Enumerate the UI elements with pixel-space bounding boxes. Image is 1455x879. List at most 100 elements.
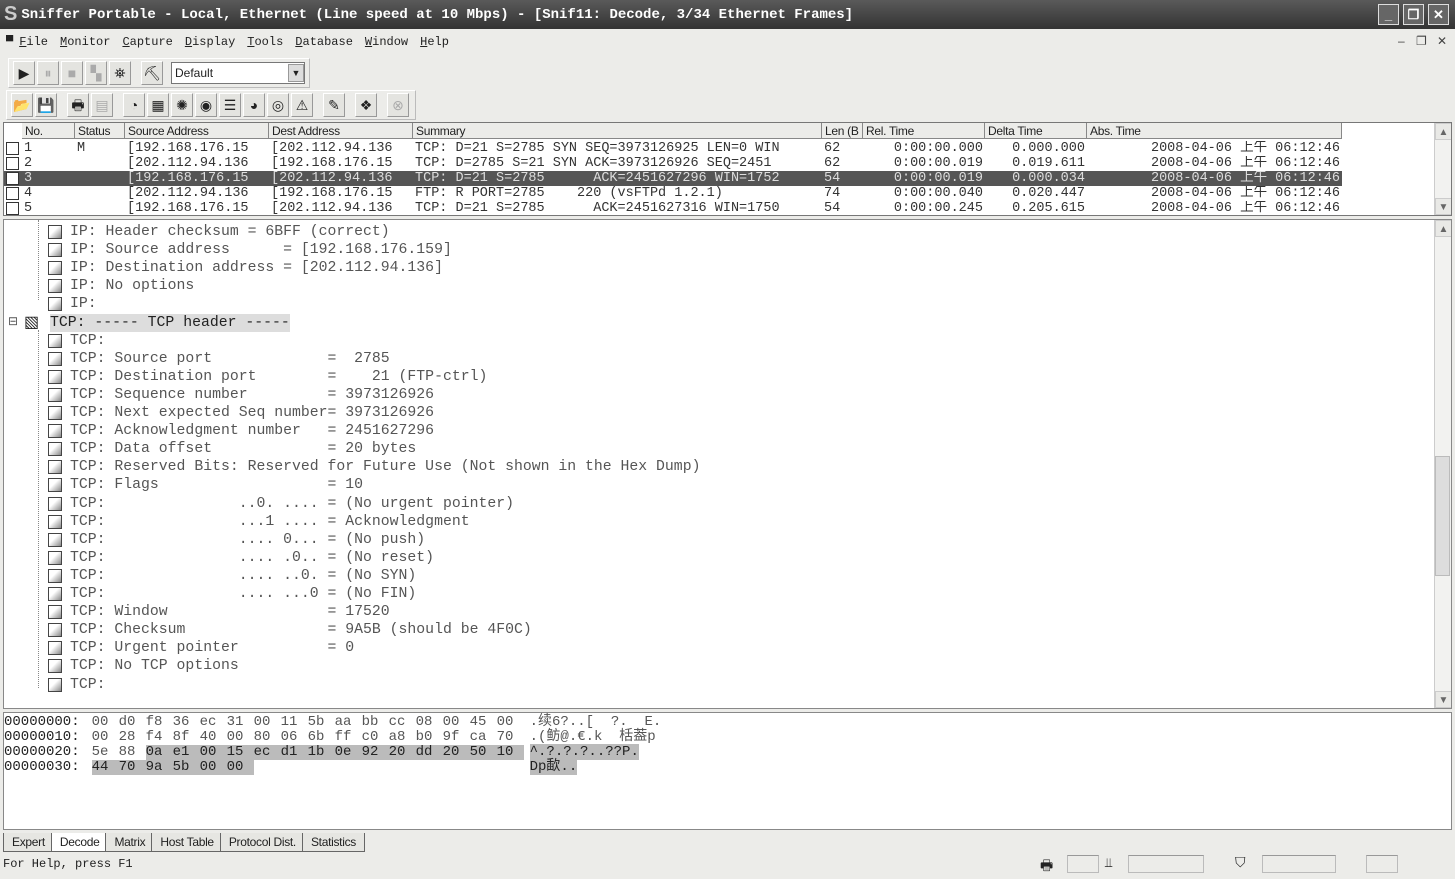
scroll-up-arrow-icon[interactable]: ▲ bbox=[1435, 220, 1451, 237]
menu-display[interactable]: Display bbox=[185, 35, 235, 49]
hex-row[interactable]: 00000030: 44 70 9a 5b 00 00 Dp歃.. bbox=[4, 759, 578, 775]
decode-line[interactable]: TCP: .... .0.. = (No reset) bbox=[70, 549, 434, 567]
scroll-thumb[interactable] bbox=[1435, 456, 1450, 576]
capture-panel-button[interactable]: ▚ bbox=[85, 61, 107, 85]
menu-database[interactable]: Database bbox=[295, 35, 353, 49]
maximize-button[interactable]: ❐ bbox=[1403, 4, 1424, 25]
scroll-up-arrow-icon[interactable]: ▲ bbox=[1435, 123, 1451, 140]
packet-row[interactable]: 1 M [192.168.176.15 [202.112.94.136 TCP: D=2… bbox=[4, 141, 1342, 156]
chevron-down-icon[interactable]: ▼ bbox=[288, 64, 304, 82]
play-button[interactable]: ▶ bbox=[13, 61, 35, 85]
tab-host-table[interactable]: Host Table bbox=[151, 833, 223, 852]
decode-scrollbar[interactable]: ▲ ▼ bbox=[1434, 220, 1451, 708]
address-book-button[interactable]: ✎ bbox=[323, 93, 345, 117]
packet-row[interactable]: 4 [202.112.94.136 [192.168.176.15 FTP: R PO… bbox=[4, 186, 1342, 201]
decode-line[interactable]: IP: Header checksum = 6BFF (correct) bbox=[70, 223, 390, 241]
art-button[interactable]: ◉ bbox=[195, 93, 217, 117]
decode-line[interactable]: IP: bbox=[70, 295, 97, 313]
decode-line[interactable]: TCP: bbox=[70, 332, 106, 350]
decode-line[interactable]: IP: No options bbox=[70, 277, 194, 295]
scroll-down-arrow-icon[interactable]: ▼ bbox=[1435, 198, 1451, 215]
decode-line[interactable]: TCP: .... ...0 = (No FIN) bbox=[70, 585, 416, 603]
packet-list-scrollbar[interactable]: ▲ ▼ bbox=[1434, 123, 1451, 215]
decode-line[interactable]: TCP: ..0. .... = (No urgent pointer) bbox=[70, 495, 514, 513]
column-header[interactable]: Status bbox=[75, 123, 125, 139]
hex-row[interactable]: 00000000: 00 d0 f8 36 ec 31 00 11 5b aa bb cc 08 00 45 0… bbox=[4, 715, 661, 730]
close-button[interactable]: ✕ bbox=[1428, 4, 1449, 25]
decode-line[interactable]: IP: Source address = [192.168.176.159] bbox=[70, 241, 452, 259]
document-icon[interactable]: ▀ bbox=[6, 35, 13, 49]
row-checkbox[interactable] bbox=[6, 142, 19, 155]
decode-line[interactable]: TCP: Checksum = 9A5B (should be 4F0C) bbox=[70, 621, 532, 639]
decode-line[interactable]: TCP: Window = 17520 bbox=[70, 603, 390, 621]
row-checkbox[interactable] bbox=[6, 202, 19, 215]
packet-row[interactable]: 3 [192.168.176.15 [202.112.94.136 TCP: D=21… bbox=[4, 171, 1342, 186]
tab-matrix[interactable]: Matrix bbox=[105, 833, 155, 852]
column-header[interactable]: Source Address bbox=[125, 123, 269, 139]
stop-all-button[interactable]: ⊗ bbox=[387, 93, 409, 117]
decode-line[interactable]: TCP: Source port = 2785 bbox=[70, 350, 390, 368]
hex-row[interactable]: 00000020: 5e 88 0a e1 00 15 ec d1 1b 0e 92 20 dd 20 50 1… bbox=[4, 744, 639, 760]
scroll-down-arrow-icon[interactable]: ▼ bbox=[1435, 691, 1451, 708]
column-header[interactable]: Summary bbox=[413, 123, 822, 139]
tab-statistics[interactable]: Statistics bbox=[301, 833, 365, 852]
pause-button[interactable]: ⏸ bbox=[37, 61, 59, 85]
decode-line[interactable]: TCP: Sequence number = 3973126926 bbox=[70, 386, 434, 404]
matrix-button[interactable]: ✺ bbox=[171, 93, 193, 117]
menu-file[interactable]: File bbox=[19, 35, 48, 49]
menu-window[interactable]: Window bbox=[365, 35, 408, 49]
mdi-restore-button[interactable]: ❐ bbox=[1416, 34, 1427, 48]
menu-capture[interactable]: Capture bbox=[122, 35, 172, 49]
profile-select[interactable]: Default ▼ bbox=[171, 62, 305, 84]
packet-row[interactable]: 5 [192.168.176.15 [202.112.94.136 TCP: D=21… bbox=[4, 201, 1342, 215]
decode-line[interactable]: TCP: .... ..0. = (No SYN) bbox=[70, 567, 416, 585]
menu-monitor[interactable]: Monitor bbox=[60, 35, 110, 49]
packet-row[interactable]: 2 [202.112.94.136 [192.168.176.15 TCP: D=27… bbox=[4, 156, 1342, 171]
decode-line[interactable]: TCP: .... 0... = (No push) bbox=[70, 531, 425, 549]
decode-line[interactable]: TCP: Reserved Bits: Reserved for Future … bbox=[70, 458, 700, 476]
collapse-toggle-icon[interactable]: ⊟ bbox=[8, 314, 18, 328]
tab-decode[interactable]: Decode bbox=[50, 833, 109, 852]
decode-line[interactable]: TCP: bbox=[70, 676, 106, 694]
column-header[interactable]: Dest Address bbox=[269, 123, 413, 139]
mdi-minimize-button[interactable]: – bbox=[1398, 34, 1405, 48]
filter-button[interactable]: ⛏ bbox=[141, 61, 163, 85]
host-table-button[interactable]: ▦ bbox=[147, 93, 169, 117]
history-button[interactable]: ☰ bbox=[219, 93, 241, 117]
decode-line[interactable]: TCP: No TCP options bbox=[70, 657, 239, 675]
tab-expert[interactable]: Expert bbox=[3, 833, 54, 852]
open-button[interactable]: 📂 bbox=[11, 93, 33, 117]
decode-line[interactable]: TCP: Urgent pointer = 0 bbox=[70, 639, 354, 657]
column-header[interactable]: Len (B bbox=[822, 123, 863, 139]
decode-line[interactable]: TCP: Next expected Seq number= 397312692… bbox=[70, 404, 434, 422]
minimize-button[interactable]: _ bbox=[1378, 4, 1399, 25]
print-button[interactable]: 🖶 bbox=[67, 93, 89, 117]
stop-button[interactable]: ■ bbox=[61, 61, 83, 85]
decode-line[interactable]: TCP: Data offset = 20 bytes bbox=[70, 440, 416, 458]
tab-protocol-dist[interactable]: Protocol Dist. bbox=[219, 833, 305, 852]
save-button[interactable]: 💾 bbox=[35, 93, 57, 117]
global-stats-button[interactable]: ◎ bbox=[267, 93, 289, 117]
tcp-header-node[interactable]: TCP: ----- TCP header ----- bbox=[50, 313, 290, 332]
column-header[interactable]: Abs. Time bbox=[1087, 123, 1342, 139]
row-checkbox[interactable] bbox=[6, 187, 19, 200]
protocol-dist-button[interactable]: ◕ bbox=[243, 93, 265, 117]
decode-line[interactable]: TCP: Destination port = 21 (FTP-ctrl) bbox=[70, 368, 487, 386]
hex-row[interactable]: 00000010: 00 28 f4 8f 40 00 80 06 6b ff c0 a8 b0 9f ca 7… bbox=[4, 730, 656, 745]
menu-tools[interactable]: Tools bbox=[247, 35, 283, 49]
dashboard-button[interactable]: ◔ bbox=[123, 93, 145, 117]
mdi-close-button[interactable]: ✕ bbox=[1437, 34, 1447, 48]
decode-line[interactable]: TCP: Acknowledgment number = 2451627296 bbox=[70, 422, 434, 440]
binoculars-button[interactable]: ⛯ bbox=[109, 61, 131, 85]
row-checkbox[interactable] bbox=[6, 157, 19, 170]
alarm-log-button[interactable]: ⚠ bbox=[291, 93, 313, 117]
packet-generator-button[interactable]: ❖ bbox=[355, 93, 377, 117]
row-checkbox[interactable] bbox=[6, 172, 19, 185]
decode-line[interactable]: IP: Destination address = [202.112.94.13… bbox=[70, 259, 443, 277]
decode-line[interactable]: TCP: ...1 .... = Acknowledgment bbox=[70, 513, 470, 531]
decode-line[interactable]: TCP: Flags = 10 bbox=[70, 476, 363, 494]
column-header[interactable]: Rel. Time bbox=[863, 123, 985, 139]
column-header[interactable]: No. bbox=[22, 123, 75, 139]
column-header[interactable]: Delta Time bbox=[985, 123, 1087, 139]
menu-help[interactable]: Help bbox=[420, 35, 449, 49]
